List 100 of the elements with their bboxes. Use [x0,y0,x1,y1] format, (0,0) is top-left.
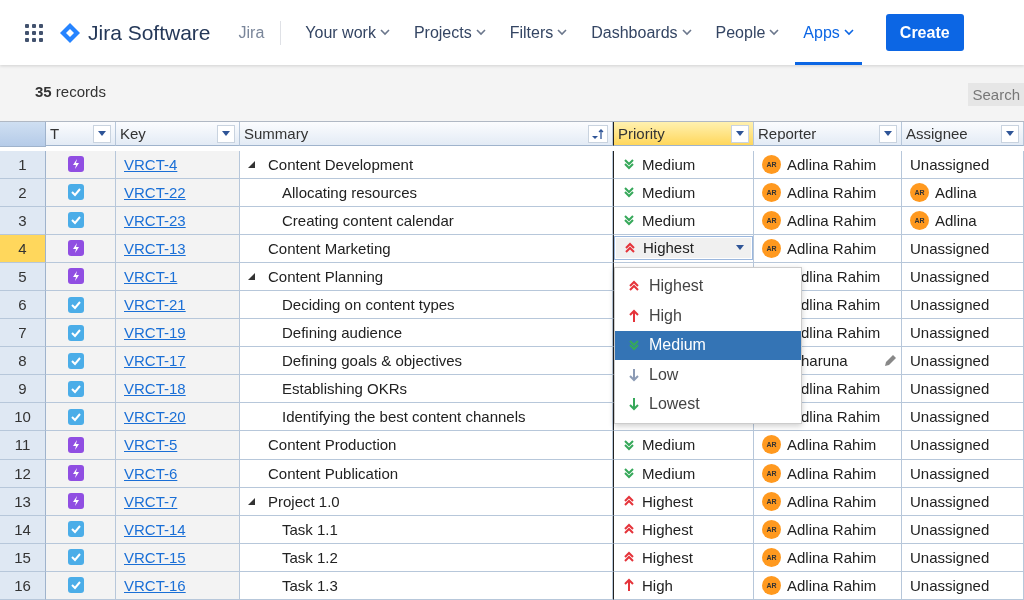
assignee-name: Unassigned [910,380,990,398]
priority-select[interactable]: Highest [614,235,753,260]
row-number: 6 [0,290,46,320]
filter-dropdown-button[interactable] [93,124,111,143]
reporter-name: Adlina Rahim [787,155,877,173]
assignee-name: Unassigned [910,267,990,285]
summary-text: Identifying the best content channels [282,408,526,426]
app-grid-icon[interactable] [24,22,44,43]
priority-option[interactable]: Low [615,359,801,390]
reporter-name: Adlina Rahim [787,492,877,510]
double-chevron-down-icon [627,338,641,353]
column-header[interactable]: Priority [613,122,754,147]
expand-triangle-icon[interactable] [248,497,255,505]
row-number: 7 [0,319,46,348]
double-chevron-down-icon [622,466,636,481]
priority-text: Highest [642,520,693,538]
assignee-name: Unassigned [910,548,990,566]
chevron-down-icon [769,29,780,36]
assignee-name: Adlina [935,183,977,201]
summary-text: Task 1.3 [282,576,338,594]
sort-icon [591,127,605,140]
priority-option[interactable]: Medium [615,330,801,360]
reporter-name: dlina Rahim [801,296,881,313]
site-name: Jira [238,20,282,45]
summary-text: Content Marketing [268,239,391,257]
checkbox-icon [68,380,84,397]
double-chevron-down-icon [622,157,636,172]
checkbox-icon [68,521,84,538]
checkbox-icon [68,324,84,341]
checkbox-icon [68,352,84,369]
row-number: 9 [0,375,46,404]
row-number: 15 [0,543,46,572]
column-header[interactable]: Assignee [902,122,1024,147]
row-number: 2 [0,178,46,207]
caret-icon [884,131,892,137]
row-number: 13 [0,487,46,516]
row-number: 10 [0,403,46,432]
column-header[interactable]: Summary [240,122,613,147]
lightning-icon [68,156,84,173]
reporter-name: haruna [801,352,848,370]
assignee-name: Unassigned [910,296,990,313]
checkbox-icon [68,212,84,229]
filter-dropdown-button[interactable] [1001,124,1019,143]
caret-icon [736,245,744,251]
priority-text: Highest [642,492,693,510]
nav-menu-item[interactable]: People [707,0,788,65]
expand-triangle-icon[interactable] [248,272,255,280]
reporter-name: Adlina Rahim [787,548,877,566]
expand-triangle-icon[interactable] [248,160,255,168]
reporter-name: dlina Rahim [801,380,881,398]
summary-text: Defining goals & objectives [282,352,463,370]
reporter-name: Adlina Rahim [787,464,877,482]
reporter-name: dlina Rahim [801,267,881,285]
summary-text: Content Planning [268,267,384,285]
nav-menu-item[interactable]: Filters [501,0,576,65]
nav-menu-item[interactable]: Your work [297,0,398,65]
reporter-name: Adlina Rahim [787,211,877,229]
reporter-name: Adlina Rahim [787,183,877,201]
column-header[interactable]: Reporter [754,122,902,147]
nav-menu-item[interactable]: Dashboards [583,0,700,65]
reporter-name: Adlina Rahim [787,436,877,454]
search-button[interactable]: Search [968,82,1024,106]
row-number: 8 [0,347,46,376]
summary-text: Allocating resources [282,183,418,201]
priority-option[interactable]: High [615,301,801,331]
assignee-name: Unassigned [910,352,990,370]
double-chevron-down-icon [622,438,636,452]
assignee-name: Unassigned [910,155,990,173]
row-number: 14 [0,515,46,544]
assignee-name: Unassigned [910,520,990,538]
record-count: 35 records [35,82,106,100]
assignee-name: Unassigned [910,492,990,510]
priority-option[interactable]: Lowest [615,389,801,419]
reporter-name: dlina Rahim [801,408,881,426]
filter-dropdown-button[interactable] [731,124,749,143]
priority-text: Medium [642,464,696,482]
diamond-logo-icon [60,22,80,43]
filter-dropdown-button[interactable] [217,124,235,143]
arrow-down-icon [627,367,641,382]
caret-icon [222,131,230,137]
priority-option[interactable]: Highest [615,271,801,302]
arrow-up-icon [622,578,636,593]
pencil-icon[interactable] [883,353,897,368]
row-number: 1 [0,150,46,179]
assignee-name: Adlina [935,211,977,229]
column-header[interactable]: Key [116,122,240,147]
caret-icon [1006,131,1014,137]
sort-button[interactable] [588,124,608,143]
nav-menu-item[interactable]: Projects [405,0,494,65]
column-header[interactable]: T [46,122,116,147]
arrow-up-icon [627,308,641,323]
chevron-down-icon [843,29,854,36]
checkbox-icon [68,577,84,594]
lightning-icon [68,240,84,257]
create-button[interactable]: Create [885,14,964,51]
summary-text: Content Publication [268,464,399,482]
assignee-name: Unassigned [910,464,990,482]
assignee-name: Unassigned [910,436,990,454]
lightning-icon [68,465,84,482]
filter-dropdown-button[interactable] [879,124,897,143]
